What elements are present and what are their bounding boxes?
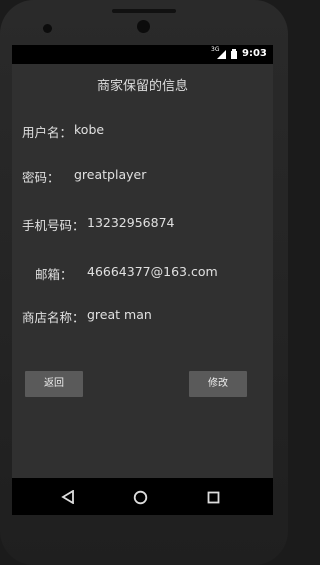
device-frame: 3G 9:03 商家保留的信息 用户名： kobe 密码： greatplaye…	[0, 0, 288, 565]
home-circle-icon[interactable]	[133, 490, 148, 505]
edit-button[interactable]: 修改	[189, 371, 247, 397]
field-shop-name: 商店名称： great man	[22, 307, 152, 326]
battery-icon	[231, 49, 237, 59]
screen: 3G 9:03 商家保留的信息 用户名： kobe 密码： greatplaye…	[12, 45, 273, 515]
field-value: greatplayer	[74, 167, 147, 182]
back-triangle-icon[interactable]	[61, 490, 75, 504]
navigation-bar	[12, 478, 273, 515]
field-value: 46664377@163.com	[87, 264, 218, 279]
app-content: 商家保留的信息 用户名： kobe 密码： greatplayer 手机号码： …	[12, 64, 273, 478]
field-value: great man	[87, 307, 152, 322]
device-top-bezel	[0, 0, 288, 45]
back-button[interactable]: 返回	[25, 371, 83, 397]
field-password: 密码： greatplayer	[22, 167, 146, 186]
signal-icon	[217, 50, 226, 59]
field-username: 用户名： kobe	[22, 122, 104, 141]
recents-square-icon[interactable]	[207, 491, 220, 504]
earpiece-speaker	[112, 9, 176, 13]
field-label: 商店名称：	[22, 310, 85, 325]
field-label: 密码：	[22, 170, 60, 185]
field-label: 邮箱：	[35, 267, 73, 282]
field-label: 用户名：	[22, 125, 73, 140]
status-bar: 3G 9:03	[12, 45, 273, 64]
front-camera	[137, 20, 150, 33]
page-title: 商家保留的信息	[96, 79, 188, 94]
status-time: 9:03	[242, 48, 267, 59]
field-email: 邮箱： 46664377@163.com	[22, 264, 218, 283]
field-phone: 手机号码： 13232956874	[22, 215, 174, 234]
field-value: kobe	[74, 122, 105, 137]
field-value: 13232956874	[87, 215, 175, 230]
sensor-dot	[43, 24, 52, 33]
field-label: 手机号码：	[22, 218, 85, 233]
